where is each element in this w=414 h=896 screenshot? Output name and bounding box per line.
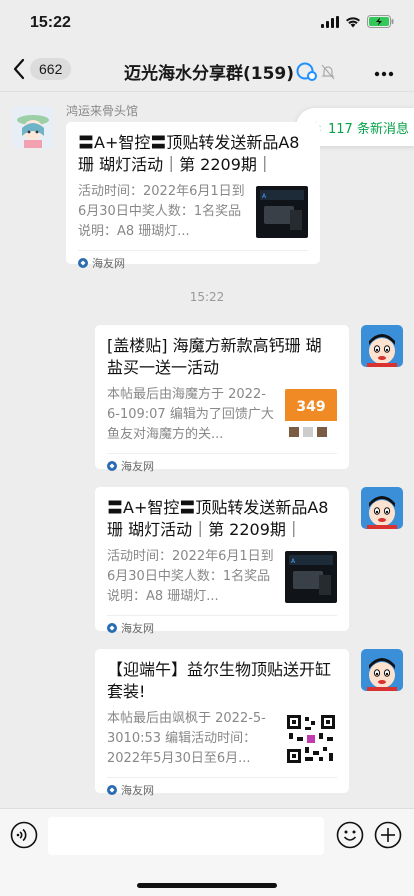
chat-header: 662 迈光海水分享群(159)	[0, 48, 414, 92]
source-site-icon	[107, 460, 117, 471]
card-description: 本帖最后由海魔方于 2022-6-109:07 编辑为了回馈广大鱼友对海魔方的关…	[107, 387, 274, 442]
anime-girl-avatar-icon	[12, 106, 54, 148]
cartoon-boy-avatar-icon	[361, 325, 403, 367]
more-dots-icon	[374, 71, 394, 77]
cartoon-boy-avatar-icon	[361, 487, 403, 529]
more-options-button[interactable]	[374, 58, 394, 82]
group-chat-icon	[296, 62, 318, 81]
cartoon-boy-avatar-icon	[361, 649, 403, 691]
sender-avatar[interactable]	[12, 106, 54, 148]
card-title: 【迎端午】益尔生物顶贴送开缸套装!	[107, 660, 332, 701]
card-source: 海友网	[78, 250, 308, 274]
message-text-input[interactable]	[48, 817, 324, 855]
sender-name: 鸿运来骨头馆	[66, 104, 139, 118]
voice-icon	[10, 821, 38, 849]
link-card[interactable]: 【迎端午】益尔生物顶贴送开缸套装! 本帖最后由飒枫于 2022-5-3010:5…	[95, 649, 349, 797]
voice-input-button[interactable]	[10, 821, 38, 853]
my-avatar[interactable]	[361, 487, 403, 529]
product-thumb-icon: A	[285, 551, 337, 603]
back-button[interactable]: 662	[12, 58, 72, 80]
card-source: 海友网	[107, 453, 337, 477]
card-description: 活动时间：2022年6月1日到6月30日中奖人数：1名奖品说明：A8 珊瑚灯..…	[107, 549, 274, 604]
card-description: 本帖最后由飒枫于 2022-5-3010:53 编辑活动时间：2022年5月30…	[107, 711, 266, 766]
wifi-icon	[346, 16, 360, 27]
promo-thumb-text: 349	[296, 399, 325, 415]
source-site-icon	[78, 257, 88, 268]
plus-circle-icon	[374, 821, 402, 849]
status-icons	[321, 15, 394, 28]
emoji-smile-icon	[336, 821, 364, 849]
emoji-button[interactable]	[336, 821, 364, 853]
card-title: 〓A+智控〓顶贴转发送新品A8珊 瑚灯活动｜第 2209期｜	[107, 498, 329, 539]
status-bar: 15:22	[0, 0, 414, 48]
promo-thumb-icon: 349	[285, 389, 337, 441]
chat-title-text: 迈光海水分享群(159)	[124, 64, 295, 84]
my-avatar[interactable]	[361, 325, 403, 367]
link-card[interactable]: 〓A+智控〓顶贴转发送新品A8珊 瑚灯活动｜第 2209期｜ 活动时间：2022…	[95, 487, 349, 635]
chat-title: 迈光海水分享群(159)	[124, 59, 335, 84]
chevron-left-icon	[13, 58, 25, 80]
my-avatar[interactable]	[361, 649, 403, 691]
card-source-label: 海友网	[121, 459, 154, 473]
card-source: 海友网	[107, 777, 337, 801]
new-messages-label: 117 条新消息	[328, 121, 409, 137]
qr-code-icon	[285, 713, 337, 765]
mute-bell-icon	[321, 64, 335, 79]
card-description: 活动时间：2022年6月1日到6月30日中奖人数：1名奖品说明：A8 珊瑚灯..…	[78, 184, 245, 239]
card-source-label: 海友网	[92, 256, 125, 270]
more-functions-button[interactable]	[374, 821, 402, 853]
card-title: 〓A+智控〓顶贴转发送新品A8珊 瑚灯活动｜第 2209期｜	[78, 133, 300, 174]
card-source-label: 海友网	[121, 783, 154, 797]
card-title: [盖楼贴] 海魔方新款高钙珊 瑚盐买一送一活动	[107, 336, 322, 377]
unread-count-badge: 662	[30, 58, 72, 80]
link-card[interactable]: [盖楼贴] 海魔方新款高钙珊 瑚盐买一送一活动 本帖最后由海魔方于 2022-6…	[95, 325, 349, 473]
product-thumb-icon: A	[256, 186, 308, 238]
battery-charging-icon	[367, 15, 394, 28]
link-card[interactable]: 〓A+智控〓顶贴转发送新品A8珊 瑚灯活动｜第 2209期｜ 活动时间：2022…	[66, 122, 320, 270]
source-site-icon	[107, 622, 117, 633]
cellular-signal-icon	[321, 15, 339, 28]
message-timestamp: 15:22	[189, 290, 225, 304]
source-site-icon	[107, 784, 117, 795]
card-source: 海友网	[107, 615, 337, 639]
home-indicator[interactable]	[137, 883, 277, 888]
card-source-label: 海友网	[121, 621, 154, 635]
status-time: 15:22	[30, 14, 71, 31]
